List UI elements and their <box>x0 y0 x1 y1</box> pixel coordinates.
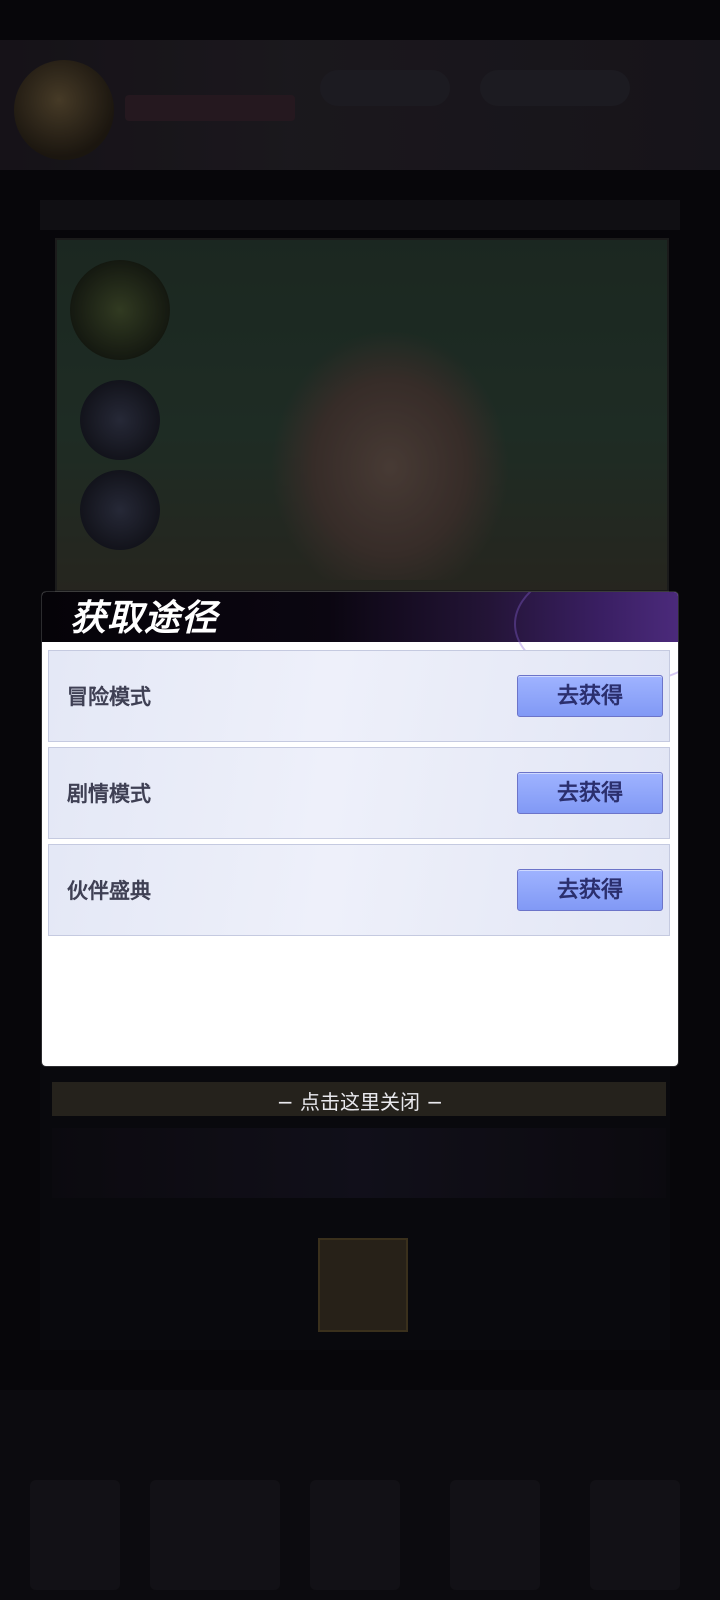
close-hint-text: 点击这里关闭 <box>300 1090 420 1114</box>
go-obtain-button[interactable]: 去获得 <box>517 675 663 717</box>
row-label: 剧情模式 <box>67 782 151 806</box>
close-hint[interactable]: − 点击这里关闭 − <box>0 1086 720 1115</box>
row-label: 伙伴盛典 <box>67 879 151 903</box>
close-hint-dash-left: − <box>276 1090 294 1114</box>
go-obtain-button[interactable]: 去获得 <box>517 772 663 814</box>
dialog-title: 获取途径 <box>70 597 219 639</box>
dialog-body: 冒险模式 去获得 剧情模式 去获得 伙伴盛典 去获得 <box>42 642 678 1066</box>
dialog-header: 获取途径 <box>42 592 678 686</box>
acquire-row-adventure: 冒险模式 去获得 <box>48 650 670 742</box>
close-hint-dash-right: − <box>426 1090 444 1114</box>
acquire-row-partner-festival: 伙伴盛典 去获得 <box>48 844 670 936</box>
go-obtain-button[interactable]: 去获得 <box>517 869 663 911</box>
row-label: 冒险模式 <box>67 685 151 709</box>
acquire-path-dialog: 获取途径 冒险模式 去获得 剧情模式 去获得 伙伴盛典 去获得 <box>42 592 678 1066</box>
acquire-row-story: 剧情模式 去获得 <box>48 747 670 839</box>
